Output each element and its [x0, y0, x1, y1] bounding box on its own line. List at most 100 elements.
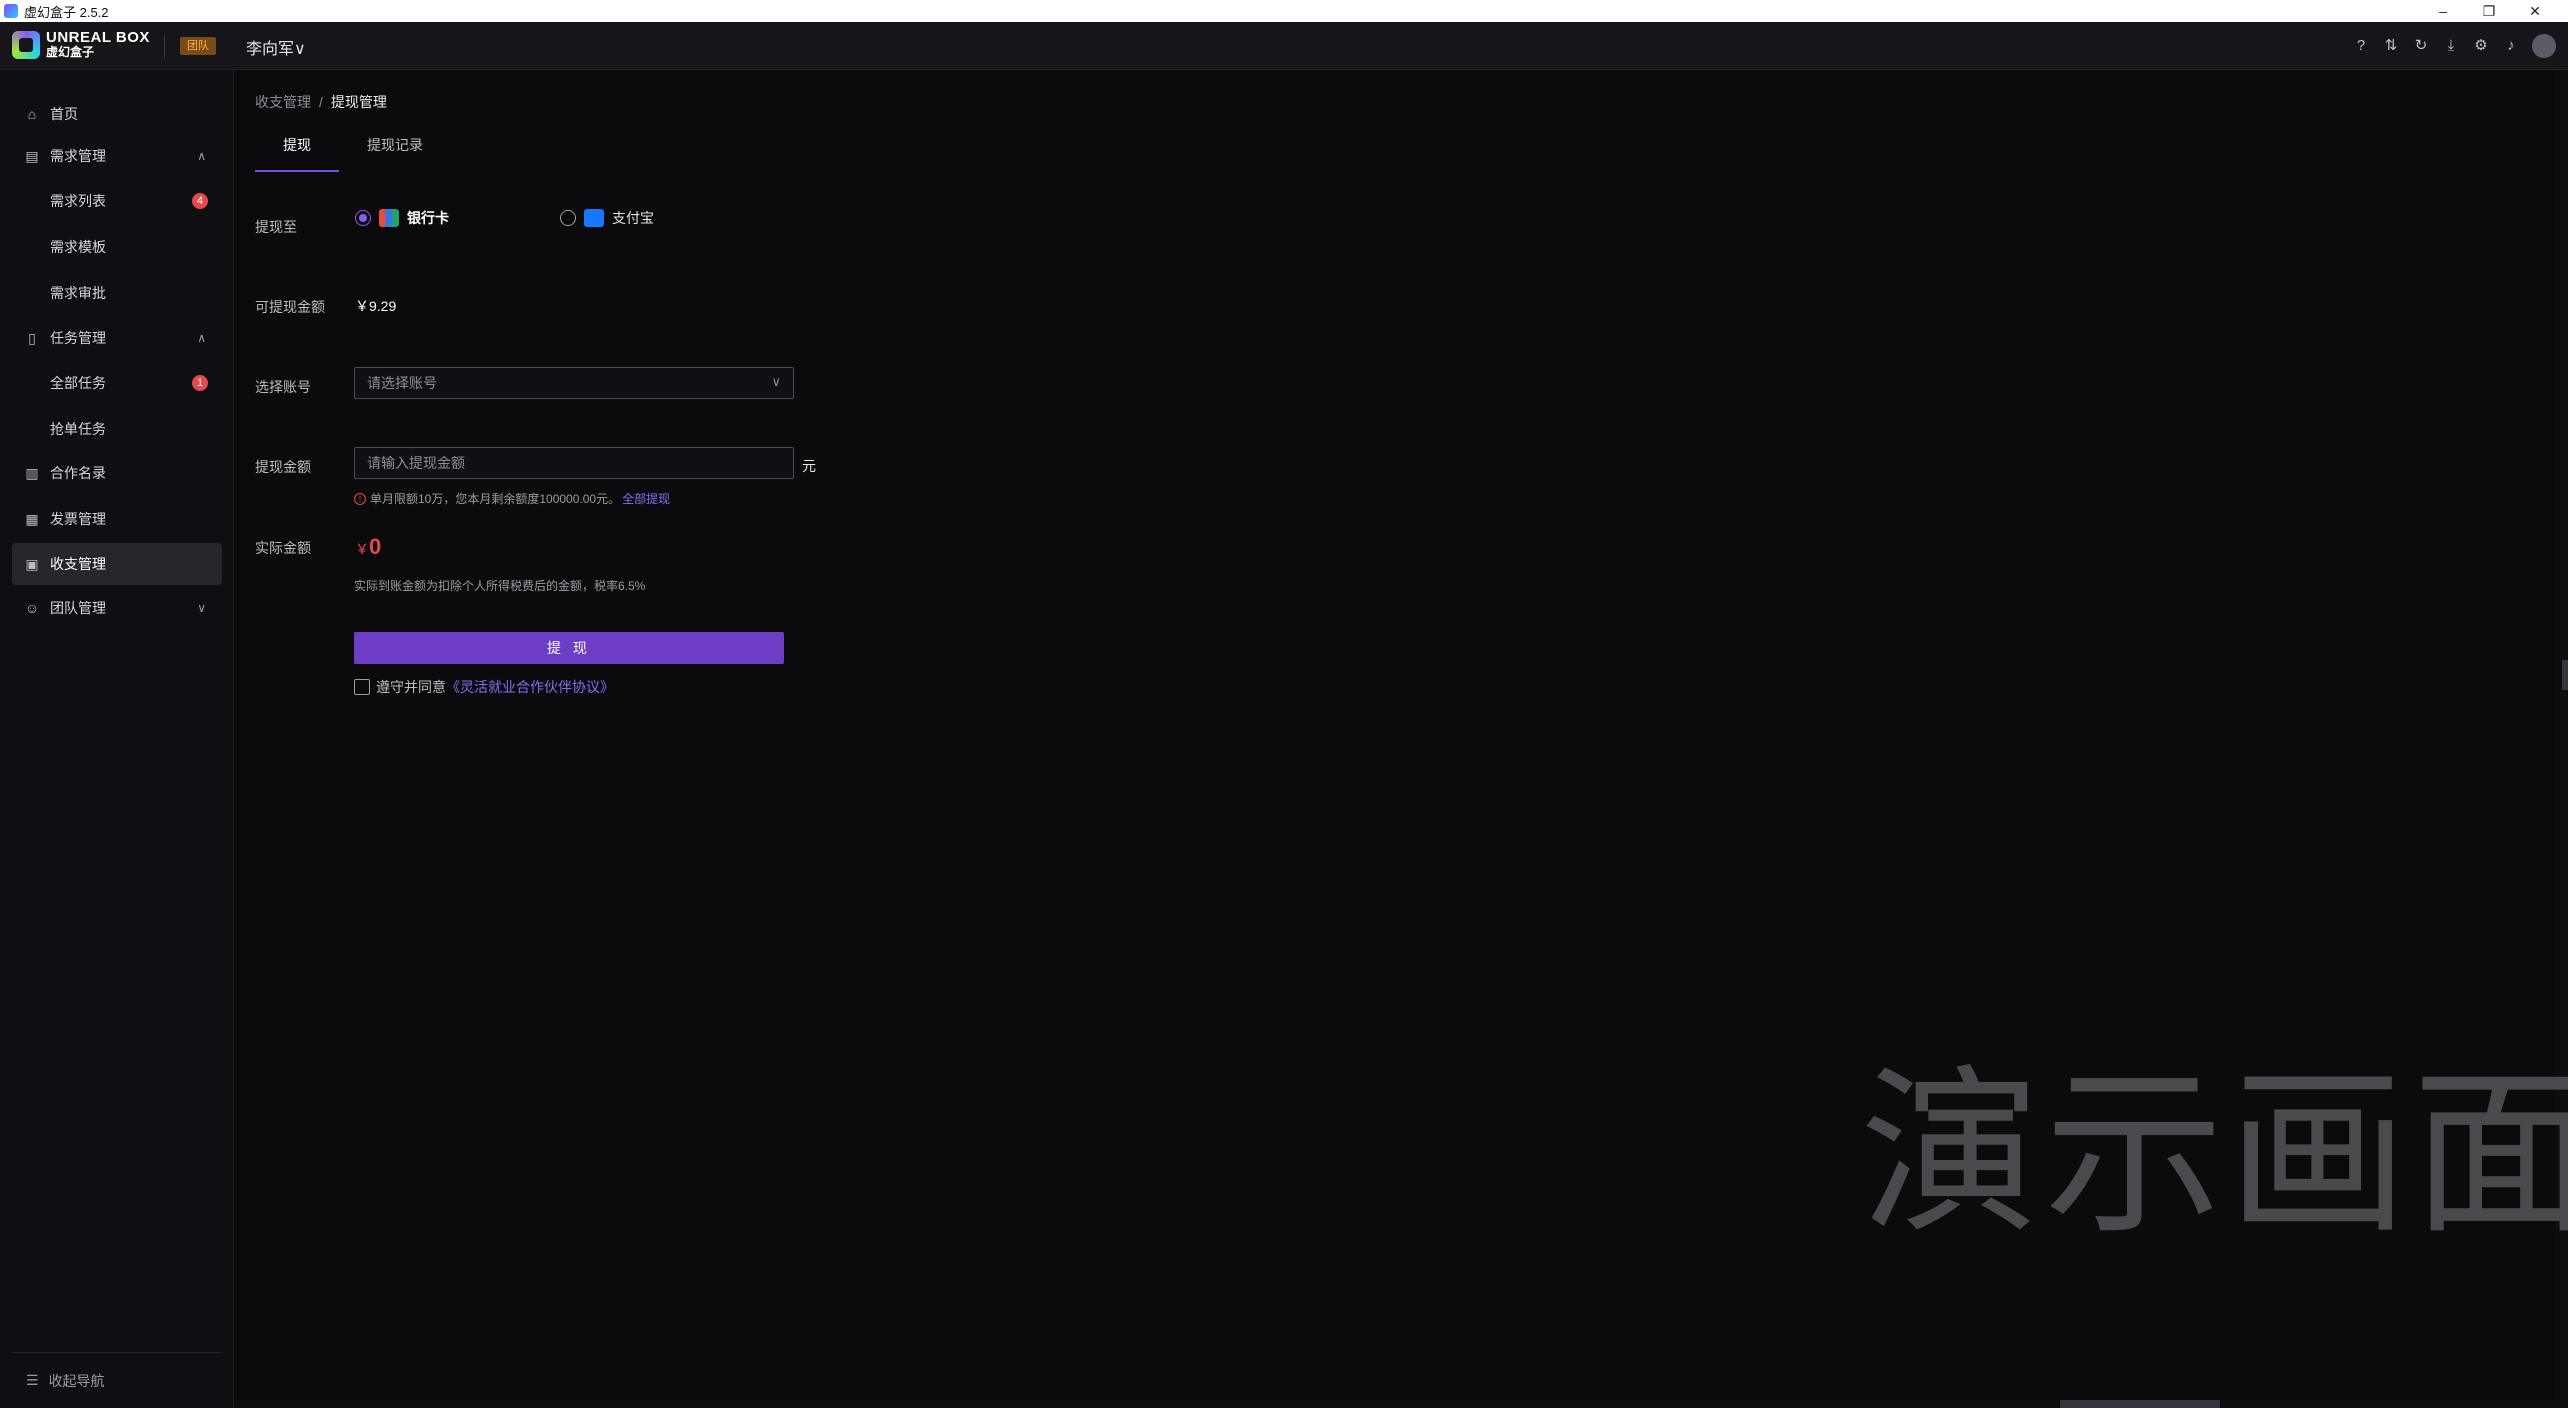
close-icon[interactable]: ✕	[2512, 0, 2558, 22]
account-label: 选择账号	[255, 379, 311, 395]
help-icon[interactable]: ?	[2352, 37, 2370, 55]
checkbox-box[interactable]	[354, 679, 370, 695]
chevron-down-icon: ∨	[294, 41, 306, 58]
topbar-actions: ? ⇅ ↻ ⤓ ⚙ ♪	[2352, 34, 2556, 58]
actual-amount: ￥0	[355, 534, 381, 560]
transfer-icon[interactable]: ⇅	[2382, 37, 2400, 55]
sidebar-item-demand-template[interactable]: 需求模板	[12, 226, 222, 268]
radio-dot	[355, 210, 371, 226]
horizontal-scrollbar[interactable]	[2060, 1400, 2220, 1408]
actual-currency: ￥	[355, 541, 369, 557]
top-bar: UNREAL BOX 虚幻盒子 团队 李向军∨ ? ⇅ ↻ ⤓ ⚙ ♪	[0, 22, 2568, 70]
bank-card-icon	[379, 209, 399, 227]
radio-alipay[interactable]: 支付宝	[560, 208, 654, 228]
collapse-nav-button[interactable]: ☰ 收起导航	[12, 1352, 222, 1408]
sidebar-item-demand-list[interactable]: 需求列表 4	[12, 180, 222, 222]
topbar-divider	[164, 36, 165, 58]
breadcrumb-separator: /	[319, 94, 323, 110]
amount-unit: 元	[802, 458, 816, 474]
logo-icon	[12, 31, 40, 59]
available-amount-value: ￥9.29	[355, 298, 397, 314]
demo-watermark: 演示画面	[1860, 1054, 2568, 1255]
withdraw-to-label: 提现至	[255, 219, 297, 235]
sidebar-item-label: 首页	[50, 106, 78, 122]
count-badge: 1	[192, 375, 208, 391]
sidebar-item-label: 合作名录	[50, 465, 106, 481]
sidebar-item-task-management[interactable]: ▯ 任务管理 ∧	[12, 317, 222, 359]
sidebar-item-demand-approval[interactable]: 需求审批	[12, 272, 222, 314]
sidebar-item-label: 需求列表	[50, 193, 106, 209]
account-select-placeholder: 请选择账号	[367, 375, 437, 391]
sidebar-item-label: 任务管理	[50, 330, 106, 346]
radio-dot	[560, 210, 576, 226]
chevron-up-icon: ∧	[197, 149, 206, 163]
actual-amount-value: 0	[369, 534, 382, 559]
collapse-icon: ☰	[26, 1372, 39, 1388]
download-icon[interactable]: ⤓	[2442, 37, 2460, 55]
agreement-link[interactable]: 《灵活就业合作伙伴协议》	[446, 677, 614, 697]
alipay-icon	[584, 209, 604, 227]
book-icon: ▥	[25, 464, 39, 481]
sidebar-item-all-tasks[interactable]: 全部任务 1	[12, 362, 222, 404]
amount-input[interactable]: 请输入提现金额	[354, 447, 794, 479]
home-icon: ⌂	[27, 106, 37, 122]
actual-amount-note: 实际到账金额为扣除个人所得税费后的金额，税率6.5%	[354, 579, 646, 593]
app-icon	[4, 4, 18, 18]
sidebar-item-label: 需求审批	[50, 285, 106, 301]
chevron-down-icon: ∨	[771, 374, 781, 389]
radio-label: 银行卡	[407, 210, 449, 226]
breadcrumb-parent[interactable]: 收支管理	[255, 94, 311, 110]
restore-icon[interactable]: ❐	[2466, 0, 2512, 22]
vertical-scrollbar[interactable]	[2562, 660, 2568, 690]
bell-icon[interactable]: ♪	[2502, 37, 2520, 55]
user-name: 李向军	[246, 41, 295, 58]
sidebar-item-label: 需求管理	[50, 148, 106, 164]
amount-input-placeholder: 请输入提现金额	[367, 455, 465, 471]
sidebar-item-demand-management[interactable]: ▤ 需求管理 ∧	[12, 135, 222, 177]
sidebar-item-label: 全部任务	[50, 375, 106, 391]
limit-hint: ! 单月限额10万，您本月剩余额度100000.00元。 全部提现	[354, 490, 670, 507]
radio-bank-card[interactable]: 银行卡	[355, 208, 449, 228]
sidebar-item-home[interactable]: ⌂ 首页	[12, 93, 222, 135]
account-select[interactable]: 请选择账号 ∨	[354, 367, 794, 399]
avatar[interactable]	[2532, 34, 2556, 58]
invoice-icon: ▦	[25, 510, 39, 527]
chevron-up-icon: ∧	[197, 331, 206, 345]
collapse-nav-label: 收起导航	[48, 1372, 105, 1389]
breadcrumb-current: 提现管理	[330, 94, 387, 110]
refresh-icon[interactable]: ↻	[2412, 37, 2430, 55]
tab-withdraw-records[interactable]: 提现记录	[339, 128, 451, 172]
logo-text-zh: 虚幻盒子	[46, 45, 95, 59]
agreement-checkbox[interactable]: 遵守并同意 《灵活就业合作伙伴协议》	[354, 677, 614, 697]
window-titlebar: 虚幻盒子 2.5.2 – ❐ ✕	[0, 0, 2568, 22]
withdraw-button[interactable]: 提 现	[354, 632, 784, 664]
sidebar-item-label: 收支管理	[50, 556, 106, 572]
sidebar-item-partners[interactable]: ▥ 合作名录	[12, 452, 222, 494]
minimize-icon[interactable]: –	[2420, 0, 2466, 22]
team-icon: ☺	[24, 600, 40, 616]
limit-hint-text: 单月限额10万，您本月剩余额度100000.00元。	[370, 492, 621, 506]
sidebar-item-invoices[interactable]: ▦ 发票管理	[12, 498, 222, 540]
actual-amount-label: 实际金额	[255, 540, 311, 556]
user-menu[interactable]: 李向军∨	[246, 35, 306, 59]
sidebar-item-finance[interactable]: ▣ 收支管理	[12, 543, 222, 585]
sidebar-item-grab-tasks[interactable]: 抢单任务	[12, 408, 222, 450]
clipboard-icon: ▯	[28, 329, 36, 346]
withdraw-all-link[interactable]: 全部提现	[622, 490, 670, 507]
main-content: 收支管理 / 提现管理 提现 提现记录 提现至 银行卡 支付宝 可提现金额 ￥9.2…	[235, 70, 2568, 1400]
agreement-text: 遵守并同意	[376, 679, 446, 695]
sidebar-item-team[interactable]: ☺ 团队管理 ∨	[12, 587, 222, 629]
sidebar-item-label: 发票管理	[50, 511, 106, 527]
amount-label: 提现金额	[255, 459, 311, 475]
warning-icon: !	[354, 492, 366, 505]
app-logo[interactable]: UNREAL BOX 虚幻盒子	[12, 29, 150, 59]
tab-withdraw[interactable]: 提现	[255, 128, 339, 172]
logo-text-en: UNREAL BOX	[46, 29, 150, 46]
team-badge: 团队	[180, 37, 216, 55]
settings-icon[interactable]: ⚙	[2472, 37, 2490, 55]
count-badge: 4	[192, 193, 208, 209]
sidebar: ⌂ 首页 ▤ 需求管理 ∧ 需求列表 4 需求模板 需求审批 ▯ 任务管理 ∧ …	[0, 70, 234, 1408]
available-amount-label: 可提现金额	[255, 299, 325, 315]
sidebar-item-label: 抢单任务	[50, 421, 106, 437]
table-icon: ▤	[25, 147, 39, 164]
